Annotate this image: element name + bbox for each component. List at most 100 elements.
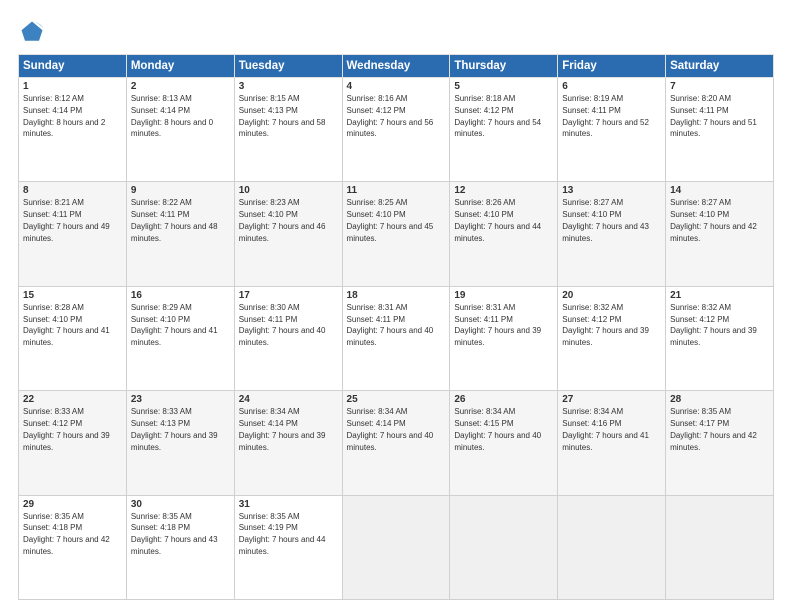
day-cell-22: 22 Sunrise: 8:33 AMSunset: 4:12 PMDaylig… (19, 391, 127, 495)
day-number: 23 (131, 394, 230, 405)
day-info: Sunrise: 8:12 AMSunset: 4:14 PMDaylight:… (23, 94, 105, 138)
day-number: 30 (131, 499, 230, 510)
weekday-header-friday: Friday (558, 55, 666, 78)
day-number: 25 (347, 394, 446, 405)
week-row-1: 1 Sunrise: 8:12 AMSunset: 4:14 PMDayligh… (19, 78, 774, 182)
day-number: 27 (562, 394, 661, 405)
day-number: 31 (239, 499, 338, 510)
day-info: Sunrise: 8:30 AMSunset: 4:11 PMDaylight:… (239, 303, 326, 347)
day-info: Sunrise: 8:35 AMSunset: 4:18 PMDaylight:… (131, 512, 218, 556)
day-cell-25: 25 Sunrise: 8:34 AMSunset: 4:14 PMDaylig… (342, 391, 450, 495)
day-info: Sunrise: 8:13 AMSunset: 4:14 PMDaylight:… (131, 94, 213, 138)
day-number: 16 (131, 290, 230, 301)
day-number: 10 (239, 185, 338, 196)
day-number: 20 (562, 290, 661, 301)
day-info: Sunrise: 8:32 AMSunset: 4:12 PMDaylight:… (670, 303, 757, 347)
empty-cell (558, 495, 666, 599)
day-info: Sunrise: 8:25 AMSunset: 4:10 PMDaylight:… (347, 198, 434, 242)
day-cell-3: 3 Sunrise: 8:15 AMSunset: 4:13 PMDayligh… (234, 78, 342, 182)
weekday-header-thursday: Thursday (450, 55, 558, 78)
week-row-5: 29 Sunrise: 8:35 AMSunset: 4:18 PMDaylig… (19, 495, 774, 599)
day-number: 9 (131, 185, 230, 196)
day-number: 4 (347, 81, 446, 92)
day-info: Sunrise: 8:33 AMSunset: 4:13 PMDaylight:… (131, 407, 218, 451)
day-number: 26 (454, 394, 553, 405)
day-number: 1 (23, 81, 122, 92)
day-cell-21: 21 Sunrise: 8:32 AMSunset: 4:12 PMDaylig… (666, 286, 774, 390)
day-cell-14: 14 Sunrise: 8:27 AMSunset: 4:10 PMDaylig… (666, 182, 774, 286)
day-info: Sunrise: 8:27 AMSunset: 4:10 PMDaylight:… (562, 198, 649, 242)
day-number: 22 (23, 394, 122, 405)
day-cell-28: 28 Sunrise: 8:35 AMSunset: 4:17 PMDaylig… (666, 391, 774, 495)
day-cell-19: 19 Sunrise: 8:31 AMSunset: 4:11 PMDaylig… (450, 286, 558, 390)
empty-cell (450, 495, 558, 599)
day-number: 14 (670, 185, 769, 196)
day-cell-17: 17 Sunrise: 8:30 AMSunset: 4:11 PMDaylig… (234, 286, 342, 390)
day-info: Sunrise: 8:34 AMSunset: 4:15 PMDaylight:… (454, 407, 541, 451)
week-row-2: 8 Sunrise: 8:21 AMSunset: 4:11 PMDayligh… (19, 182, 774, 286)
day-number: 15 (23, 290, 122, 301)
weekday-header-monday: Monday (126, 55, 234, 78)
weekday-header-wednesday: Wednesday (342, 55, 450, 78)
week-row-3: 15 Sunrise: 8:28 AMSunset: 4:10 PMDaylig… (19, 286, 774, 390)
logo (18, 18, 50, 46)
day-cell-7: 7 Sunrise: 8:20 AMSunset: 4:11 PMDayligh… (666, 78, 774, 182)
weekday-header-tuesday: Tuesday (234, 55, 342, 78)
day-number: 5 (454, 81, 553, 92)
day-number: 12 (454, 185, 553, 196)
day-info: Sunrise: 8:21 AMSunset: 4:11 PMDaylight:… (23, 198, 110, 242)
day-info: Sunrise: 8:33 AMSunset: 4:12 PMDaylight:… (23, 407, 110, 451)
week-row-4: 22 Sunrise: 8:33 AMSunset: 4:12 PMDaylig… (19, 391, 774, 495)
day-info: Sunrise: 8:19 AMSunset: 4:11 PMDaylight:… (562, 94, 649, 138)
day-info: Sunrise: 8:31 AMSunset: 4:11 PMDaylight:… (454, 303, 541, 347)
day-info: Sunrise: 8:32 AMSunset: 4:12 PMDaylight:… (562, 303, 649, 347)
day-cell-24: 24 Sunrise: 8:34 AMSunset: 4:14 PMDaylig… (234, 391, 342, 495)
day-cell-26: 26 Sunrise: 8:34 AMSunset: 4:15 PMDaylig… (450, 391, 558, 495)
day-number: 8 (23, 185, 122, 196)
day-cell-23: 23 Sunrise: 8:33 AMSunset: 4:13 PMDaylig… (126, 391, 234, 495)
day-cell-18: 18 Sunrise: 8:31 AMSunset: 4:11 PMDaylig… (342, 286, 450, 390)
day-info: Sunrise: 8:35 AMSunset: 4:18 PMDaylight:… (23, 512, 110, 556)
empty-cell (666, 495, 774, 599)
day-cell-4: 4 Sunrise: 8:16 AMSunset: 4:12 PMDayligh… (342, 78, 450, 182)
day-cell-10: 10 Sunrise: 8:23 AMSunset: 4:10 PMDaylig… (234, 182, 342, 286)
day-cell-30: 30 Sunrise: 8:35 AMSunset: 4:18 PMDaylig… (126, 495, 234, 599)
day-info: Sunrise: 8:20 AMSunset: 4:11 PMDaylight:… (670, 94, 757, 138)
weekday-header-sunday: Sunday (19, 55, 127, 78)
day-cell-9: 9 Sunrise: 8:22 AMSunset: 4:11 PMDayligh… (126, 182, 234, 286)
day-info: Sunrise: 8:27 AMSunset: 4:10 PMDaylight:… (670, 198, 757, 242)
day-info: Sunrise: 8:34 AMSunset: 4:16 PMDaylight:… (562, 407, 649, 451)
day-cell-15: 15 Sunrise: 8:28 AMSunset: 4:10 PMDaylig… (19, 286, 127, 390)
day-number: 17 (239, 290, 338, 301)
day-cell-12: 12 Sunrise: 8:26 AMSunset: 4:10 PMDaylig… (450, 182, 558, 286)
day-cell-16: 16 Sunrise: 8:29 AMSunset: 4:10 PMDaylig… (126, 286, 234, 390)
day-info: Sunrise: 8:22 AMSunset: 4:11 PMDaylight:… (131, 198, 218, 242)
header (18, 18, 774, 46)
weekday-header-saturday: Saturday (666, 55, 774, 78)
day-cell-31: 31 Sunrise: 8:35 AMSunset: 4:19 PMDaylig… (234, 495, 342, 599)
weekday-header-row: SundayMondayTuesdayWednesdayThursdayFrid… (19, 55, 774, 78)
day-info: Sunrise: 8:34 AMSunset: 4:14 PMDaylight:… (239, 407, 326, 451)
day-info: Sunrise: 8:31 AMSunset: 4:11 PMDaylight:… (347, 303, 434, 347)
day-info: Sunrise: 8:16 AMSunset: 4:12 PMDaylight:… (347, 94, 434, 138)
day-number: 6 (562, 81, 661, 92)
day-cell-5: 5 Sunrise: 8:18 AMSunset: 4:12 PMDayligh… (450, 78, 558, 182)
day-cell-6: 6 Sunrise: 8:19 AMSunset: 4:11 PMDayligh… (558, 78, 666, 182)
day-cell-1: 1 Sunrise: 8:12 AMSunset: 4:14 PMDayligh… (19, 78, 127, 182)
day-number: 28 (670, 394, 769, 405)
logo-icon (18, 18, 46, 46)
calendar-table: SundayMondayTuesdayWednesdayThursdayFrid… (18, 54, 774, 600)
day-cell-29: 29 Sunrise: 8:35 AMSunset: 4:18 PMDaylig… (19, 495, 127, 599)
day-number: 29 (23, 499, 122, 510)
day-number: 7 (670, 81, 769, 92)
day-info: Sunrise: 8:35 AMSunset: 4:19 PMDaylight:… (239, 512, 326, 556)
day-number: 19 (454, 290, 553, 301)
day-cell-27: 27 Sunrise: 8:34 AMSunset: 4:16 PMDaylig… (558, 391, 666, 495)
day-cell-8: 8 Sunrise: 8:21 AMSunset: 4:11 PMDayligh… (19, 182, 127, 286)
day-number: 13 (562, 185, 661, 196)
day-number: 3 (239, 81, 338, 92)
day-number: 21 (670, 290, 769, 301)
day-info: Sunrise: 8:18 AMSunset: 4:12 PMDaylight:… (454, 94, 541, 138)
day-number: 2 (131, 81, 230, 92)
day-number: 18 (347, 290, 446, 301)
